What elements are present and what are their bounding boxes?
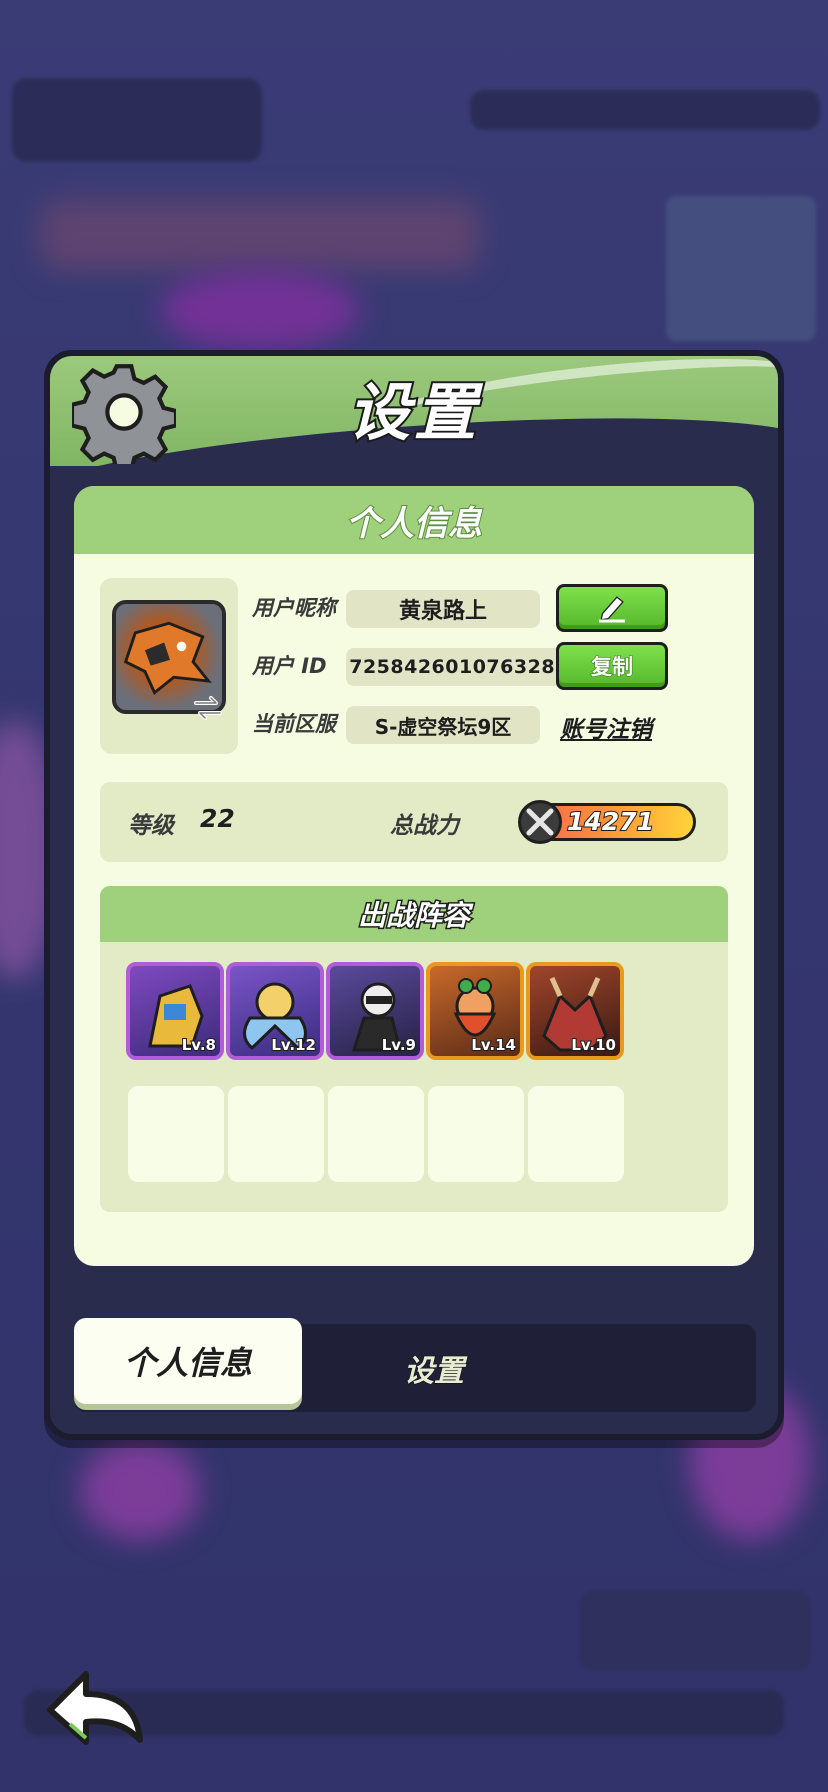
nickname-label: 用户昵称 [252,596,336,620]
hero-slot-2[interactable]: Lv.12 [226,962,324,1060]
hero-level: Lv.14 [470,1035,517,1055]
server-field: S-虚空祭坛9区 [346,706,540,744]
power-value: 14271 [566,806,655,837]
card-title: 个人信息 [345,503,483,545]
card-header: 个人信息 [74,486,754,554]
swap-avatar-icon[interactable] [192,692,224,724]
uid-label: 用户 ID [252,654,327,678]
stats-row: 等级 22 总战力 14271 [100,782,728,862]
back-arrow-icon[interactable] [40,1660,150,1750]
dialog-tabs: 个人信息 设置 [74,1318,756,1412]
gear-icon [72,364,176,464]
edit-nickname-button[interactable] [556,584,668,632]
battle-lineup: 出战阵容 Lv.8 Lv.12 Lv.9 Lv.14 Lv.10 [100,886,728,1212]
settings-dialog: 设置 个人信息 用户昵称 黄泉路上 用户 ID 7258426010763285… [44,350,784,1440]
lineup-header: 出战阵容 [100,886,728,942]
hero-level: Lv.9 [381,1035,417,1055]
hero-slot-1[interactable]: Lv.8 [126,962,224,1060]
copy-uid-button[interactable]: 复制 [556,642,668,690]
nickname-field: 黄泉路上 [346,590,540,628]
server-label: 当前区服 [252,712,336,736]
hero-level: Lv.10 [570,1035,617,1055]
hero-slot-4[interactable]: Lv.14 [426,962,524,1060]
hero-level: Lv.12 [270,1035,317,1055]
personal-info-card: 个人信息 用户昵称 黄泉路上 用户 ID 7258426010763285 复制… [74,486,754,1266]
hero-slot-5[interactable]: Lv.10 [526,962,624,1060]
empty-lineup-slot[interactable] [228,1086,324,1182]
power-label: 总战力 [390,813,459,839]
level-value: 22 [200,804,235,833]
hero-level: Lv.8 [181,1035,217,1055]
avatar-container [100,578,238,754]
level-label: 等级 [128,813,174,839]
swords-glyph [526,808,554,836]
pencil-icon [599,596,625,623]
empty-lineup-slot[interactable] [528,1086,624,1182]
hero-slot-3[interactable]: Lv.9 [326,962,424,1060]
crossed-swords-icon [518,800,562,844]
cancel-account-link[interactable]: 账号注销 [560,710,652,744]
uid-field: 7258426010763285 [346,648,572,686]
empty-lineup-slot[interactable] [328,1086,424,1182]
tab-settings[interactable]: 设置 [374,1324,494,1412]
empty-lineup-slot[interactable] [428,1086,524,1182]
power-badge: 14271 [518,800,698,844]
empty-lineup-slot[interactable] [128,1086,224,1182]
lineup-title: 出战阵容 [356,898,471,934]
tab-personal-info[interactable]: 个人信息 [74,1318,302,1404]
dialog-header: 设置 [50,356,778,466]
